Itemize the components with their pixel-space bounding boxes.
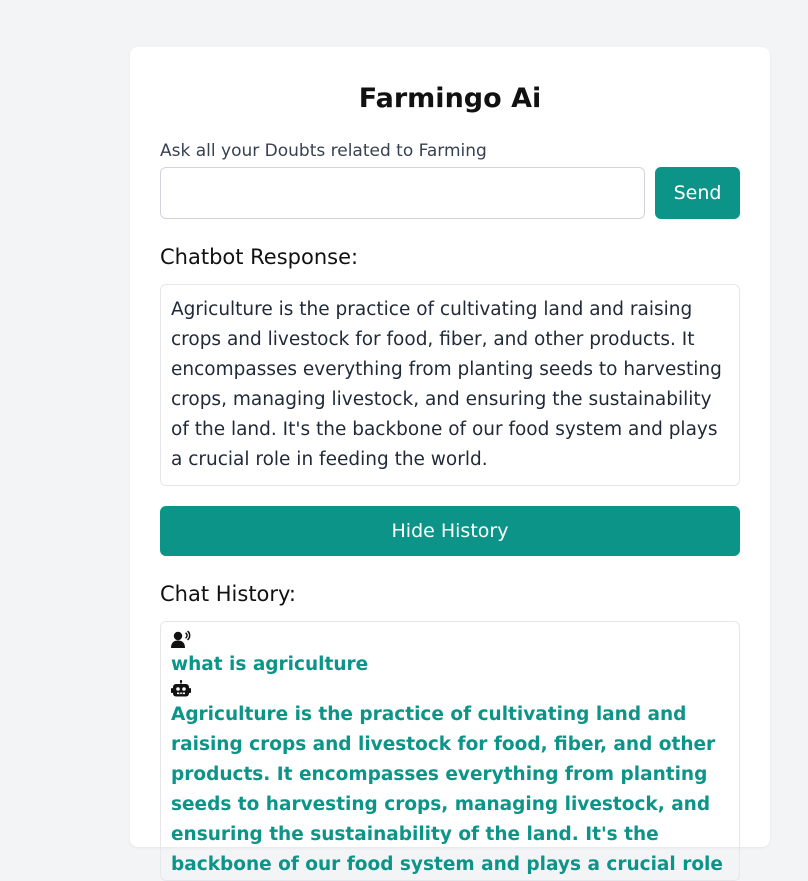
history-heading: Chat History: <box>160 582 297 606</box>
history-entry: what is agriculture Agriculture is the p… <box>171 630 729 880</box>
question-input[interactable] <box>160 167 645 219</box>
chat-card: Farmingo Ai Ask all your Doubts related … <box>130 47 770 881</box>
response-heading: Chatbot Response: <box>160 245 359 269</box>
page-title: Farmingo Ai <box>358 83 542 114</box>
user-voice-icon <box>171 630 191 650</box>
response-text: Agriculture is the practice of cultivati… <box>171 299 722 470</box>
history-list: what is agriculture Agriculture is the p… <box>160 621 740 881</box>
send-button[interactable]: Send <box>655 167 740 219</box>
hide-history-button[interactable]: Hide History <box>160 506 740 556</box>
ask-label: Ask all your Doubts related to Farming <box>160 141 487 161</box>
history-question: what is agriculture <box>171 654 369 675</box>
response-box: Agriculture is the practice of cultivati… <box>160 284 740 486</box>
robot-icon <box>171 680 191 700</box>
history-answer: Agriculture is the practice of cultivati… <box>171 704 723 875</box>
